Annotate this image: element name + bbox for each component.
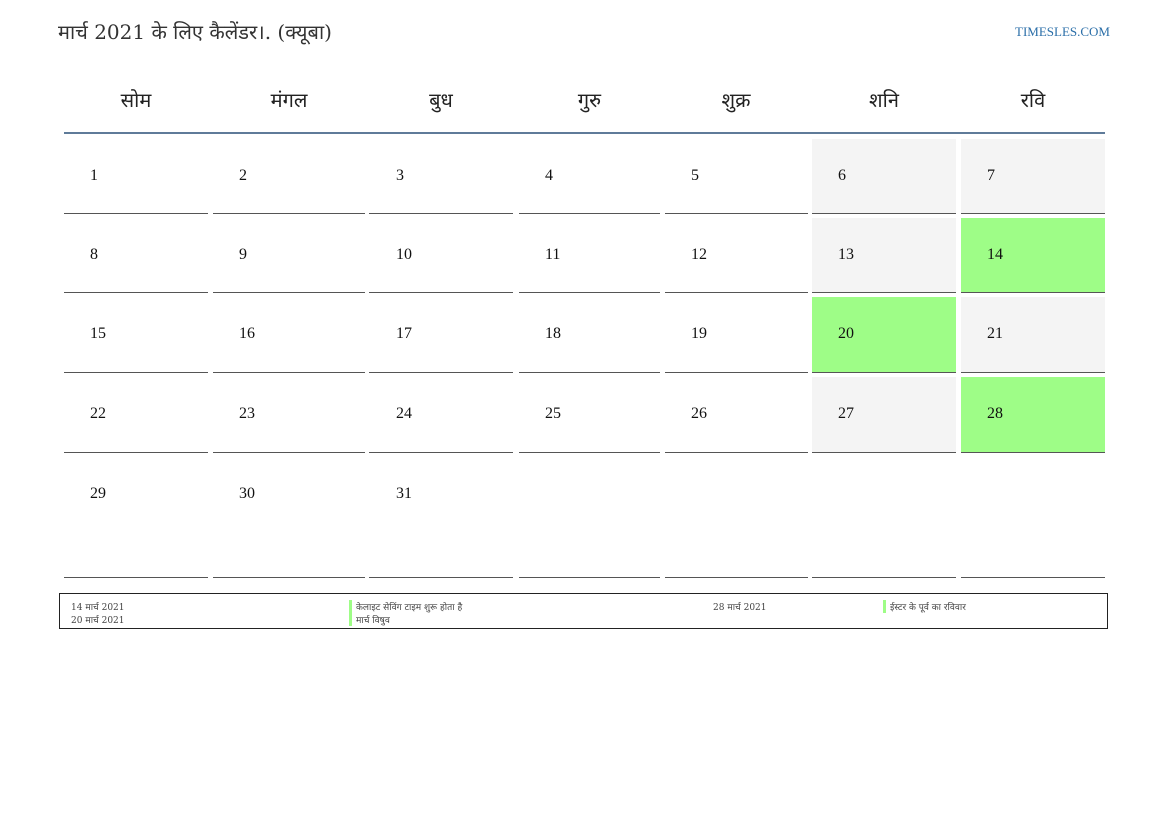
day-number: 20 bbox=[838, 325, 854, 342]
day-number: 10 bbox=[396, 246, 412, 263]
day-cell: 23 bbox=[213, 377, 365, 453]
day-number: 14 bbox=[987, 246, 1003, 263]
day-cell: 29 bbox=[64, 457, 208, 578]
day-cell: 22 bbox=[64, 377, 208, 453]
day-number: 27 bbox=[838, 405, 854, 422]
day-cell: 24 bbox=[369, 377, 513, 453]
day-cell: 30 bbox=[213, 457, 365, 578]
legend-box: 14 मार्च 2021 20 मार्च 2021 केलाइट सेविं… bbox=[59, 593, 1108, 629]
weekday-fri: शुक्र bbox=[721, 88, 751, 112]
day-cell bbox=[665, 457, 808, 578]
day-cell: 20 bbox=[812, 297, 956, 373]
legend-date: 28 मार्च 2021 bbox=[713, 603, 767, 613]
day-number: 30 bbox=[239, 485, 255, 502]
day-number: 18 bbox=[545, 325, 561, 342]
page-title: मार्च 2021 के लिए कैलेंडर।. (क्यूबा) bbox=[58, 20, 332, 44]
day-cell: 3 bbox=[369, 139, 513, 214]
day-cell: 6 bbox=[812, 139, 956, 214]
day-number: 25 bbox=[545, 405, 561, 422]
day-cell: 15 bbox=[64, 297, 208, 373]
site-link[interactable]: TIMESLES.COM bbox=[1015, 24, 1110, 40]
legend-label: केलाइट सेविंग टाइम शुरू होता है bbox=[349, 600, 462, 613]
day-cell: 14 bbox=[961, 218, 1105, 293]
day-number: 29 bbox=[90, 485, 106, 502]
day-cell: 5 bbox=[665, 139, 808, 214]
weekday-mon: सोम bbox=[120, 88, 152, 112]
day-number: 4 bbox=[545, 167, 553, 184]
day-number: 3 bbox=[396, 167, 404, 184]
day-cell: 9 bbox=[213, 218, 365, 293]
day-cell: 17 bbox=[369, 297, 513, 373]
day-number: 5 bbox=[691, 167, 699, 184]
day-cell: 4 bbox=[519, 139, 660, 214]
day-cell: 27 bbox=[812, 377, 956, 453]
day-cell: 12 bbox=[665, 218, 808, 293]
weekday-header-row: सोम मंगल बुध गुरु शुक्र शनि रवि bbox=[64, 78, 1105, 134]
day-number: 28 bbox=[987, 405, 1003, 422]
day-number: 21 bbox=[987, 325, 1003, 342]
legend-label: मार्च विषुव bbox=[349, 613, 390, 626]
day-cell: 28 bbox=[961, 377, 1105, 453]
day-cell: 19 bbox=[665, 297, 808, 373]
day-number: 26 bbox=[691, 405, 707, 422]
day-number: 9 bbox=[239, 246, 247, 263]
day-number: 2 bbox=[239, 167, 247, 184]
day-cell: 2 bbox=[213, 139, 365, 214]
day-cell bbox=[519, 457, 660, 578]
legend-date: 14 मार्च 2021 bbox=[71, 603, 125, 613]
day-number: 11 bbox=[545, 246, 561, 263]
day-number: 24 bbox=[396, 405, 412, 422]
legend-label: ईस्टर के पूर्व का रविवार bbox=[883, 600, 966, 613]
day-cell: 1 bbox=[64, 139, 208, 214]
day-number: 19 bbox=[691, 325, 707, 342]
day-cell bbox=[812, 457, 956, 578]
day-cell: 8 bbox=[64, 218, 208, 293]
day-cell: 10 bbox=[369, 218, 513, 293]
day-number: 7 bbox=[987, 167, 995, 184]
weekday-sun: रवि bbox=[1020, 88, 1046, 112]
day-number: 23 bbox=[239, 405, 255, 422]
day-cell: 11 bbox=[519, 218, 660, 293]
weekday-tue: मंगल bbox=[270, 88, 308, 112]
day-number: 22 bbox=[90, 405, 106, 422]
weekday-thu: गुरु bbox=[577, 88, 602, 112]
day-number: 6 bbox=[838, 167, 846, 184]
day-cell: 16 bbox=[213, 297, 365, 373]
day-number: 1 bbox=[90, 167, 98, 184]
day-number: 12 bbox=[691, 246, 707, 263]
day-cell bbox=[961, 457, 1105, 578]
day-number: 8 bbox=[90, 246, 98, 263]
day-number: 16 bbox=[239, 325, 255, 342]
day-number: 17 bbox=[396, 325, 412, 342]
day-cell: 13 bbox=[812, 218, 956, 293]
day-cell: 7 bbox=[961, 139, 1105, 214]
day-cell: 25 bbox=[519, 377, 660, 453]
day-number: 15 bbox=[90, 325, 106, 342]
day-cell: 31 bbox=[369, 457, 513, 578]
day-number: 31 bbox=[396, 485, 412, 502]
day-cell: 26 bbox=[665, 377, 808, 453]
weekday-sat: शनि bbox=[869, 88, 899, 112]
day-number: 13 bbox=[838, 246, 854, 263]
weekday-wed: बुध bbox=[429, 88, 453, 112]
day-cell: 21 bbox=[961, 297, 1105, 373]
day-cell: 18 bbox=[519, 297, 660, 373]
legend-date: 20 मार्च 2021 bbox=[71, 616, 125, 626]
